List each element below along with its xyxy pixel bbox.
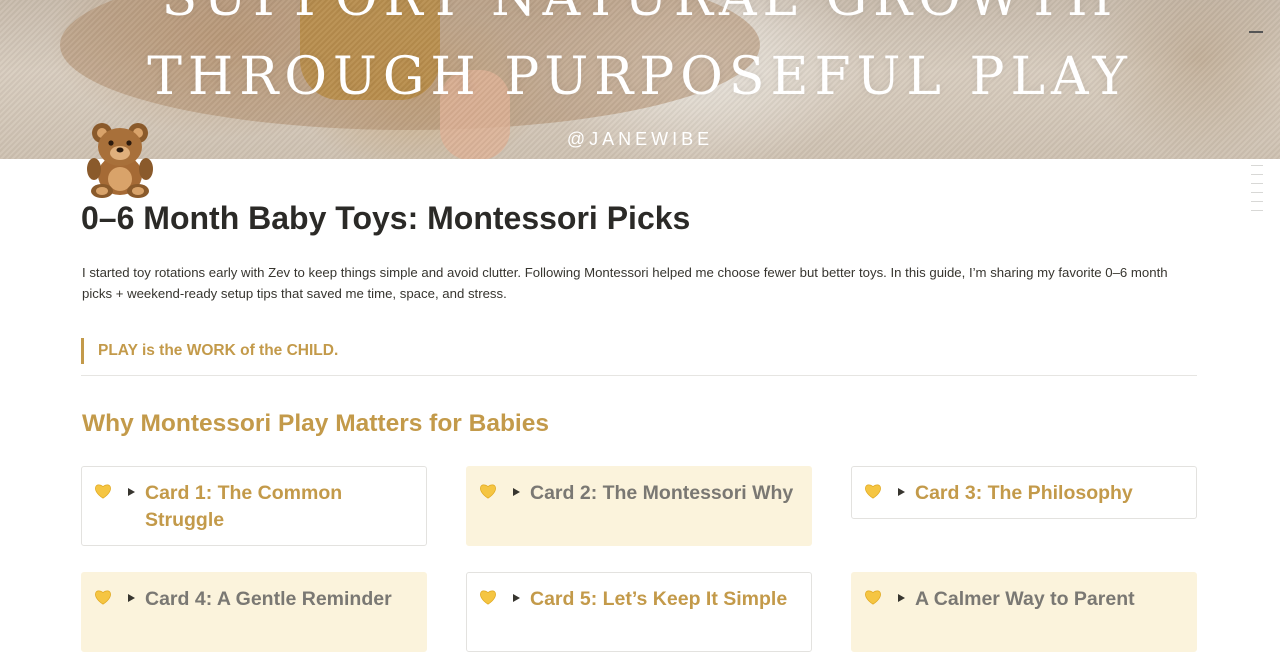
toggle-arrow-icon[interactable] bbox=[898, 488, 905, 496]
cover-title-line-1: SUPPORT NATURAL GROWTH bbox=[0, 0, 1280, 28]
toggle-card-2[interactable]: Card 2: The Montessori Why bbox=[466, 466, 812, 546]
toggle-card-1[interactable]: Card 1: The Common Struggle bbox=[81, 466, 427, 546]
toggle-arrow-icon[interactable] bbox=[128, 488, 135, 496]
yellow-heart-icon bbox=[95, 484, 111, 499]
yellow-heart-icon bbox=[480, 484, 496, 499]
toggle-card-5[interactable]: Card 5: Let’s Keep It Simple bbox=[466, 572, 812, 652]
card-label: Card 1: The Common Struggle bbox=[145, 482, 343, 531]
toggle-arrow-icon[interactable] bbox=[513, 488, 520, 496]
yellow-heart-icon bbox=[480, 590, 496, 605]
toggle-card-4[interactable]: Card 4: A Gentle Reminder bbox=[81, 572, 427, 652]
cover-image: SUPPORT NATURAL GROWTH THROUGH PURPOSEFU… bbox=[0, 0, 1280, 159]
toggle-arrow-icon[interactable] bbox=[128, 594, 135, 602]
scroll-indicator[interactable] bbox=[1249, 31, 1263, 33]
card-label: Card 3: The Philosophy bbox=[915, 482, 1133, 504]
teddy-bear-icon[interactable] bbox=[80, 119, 160, 199]
yellow-heart-icon bbox=[865, 590, 881, 605]
yellow-heart-icon bbox=[95, 590, 111, 605]
toggle-arrow-icon[interactable] bbox=[513, 594, 520, 602]
toggle-card-6[interactable]: A Calmer Way to Parent bbox=[851, 572, 1197, 652]
card-label: Card 5: Let’s Keep It Simple bbox=[530, 588, 788, 610]
cover-handle: @JANEWIBE bbox=[566, 129, 714, 149]
intro-paragraph[interactable]: I started toy rotations early with Zev t… bbox=[82, 262, 1182, 304]
section-heading[interactable]: Why Montessori Play Matters for Babies bbox=[82, 410, 549, 438]
yellow-heart-icon bbox=[865, 484, 881, 499]
page-title[interactable]: 0–6 Month Baby Toys: Montessori Picks bbox=[81, 200, 690, 237]
toggle-arrow-icon[interactable] bbox=[898, 594, 905, 602]
card-label: Card 4: A Gentle Reminder bbox=[145, 588, 392, 610]
card-label: Card 2: The Montessori Why bbox=[530, 482, 794, 504]
card-label: A Calmer Way to Parent bbox=[915, 588, 1135, 610]
table-of-contents-minimap[interactable] bbox=[1251, 165, 1263, 219]
toggle-card-3[interactable]: Card 3: The Philosophy bbox=[851, 466, 1197, 519]
cover-title-line-2: THROUGH PURPOSEFUL PLAY bbox=[147, 47, 1133, 107]
quote-block[interactable]: PLAY is the WORK of the CHILD. bbox=[81, 338, 1197, 364]
divider bbox=[81, 375, 1197, 376]
